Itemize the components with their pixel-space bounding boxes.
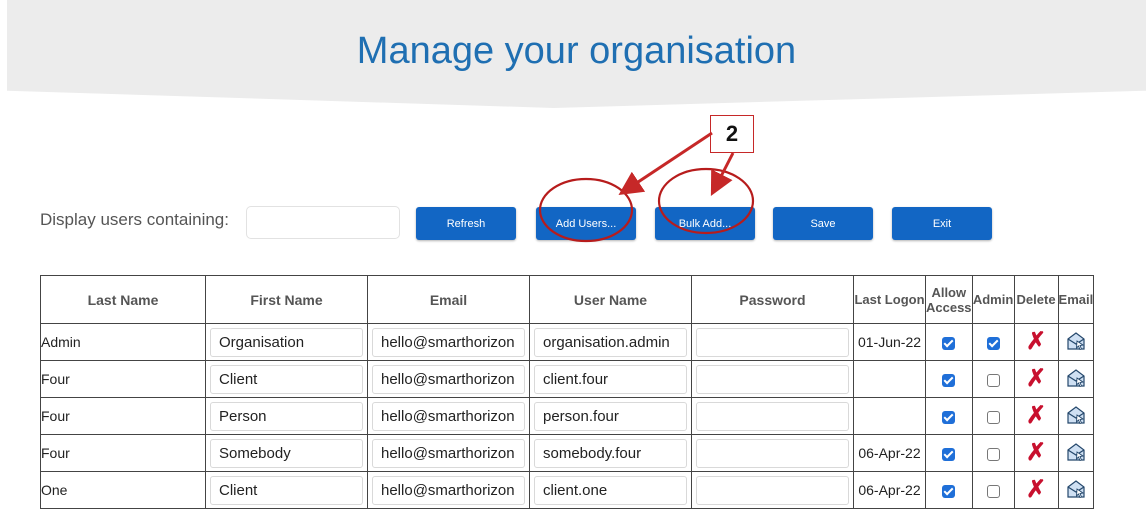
table-row: Four Somebody hello@smarthorizon somebod… [40,434,1095,472]
header-last-logon[interactable]: Last Logon [853,275,926,324]
header-first-name[interactable]: First Name [205,275,368,324]
page-header-banner: Manage your organisation [7,0,1146,108]
table-row: Admin Organisation hello@smarthorizon or… [40,323,1095,361]
admin-checkbox[interactable] [986,410,1000,424]
first-name-field[interactable]: Client [210,364,363,394]
last-logon-value: 01-Jun-22 [853,323,926,361]
table-header-row: Last Name First Name Email User Name Pas… [40,275,1095,324]
bulk-add-button[interactable]: Bulk Add... [655,207,755,240]
password-field[interactable] [696,475,849,505]
annotation-callout: 2 [710,115,754,153]
email-field[interactable]: hello@smarthorizon [372,364,525,394]
send-email-icon[interactable] [1066,405,1086,425]
header-email[interactable]: Email [367,275,530,324]
users-table: Last Name First Name Email User Name Pas… [40,275,1095,509]
send-email-icon[interactable] [1066,442,1086,462]
header-admin: Admin [971,275,1015,324]
allow-access-checkbox[interactable] [942,447,956,461]
delete-x-icon[interactable]: ✗ [1026,439,1046,466]
header-delete: Delete [1013,275,1059,324]
password-field[interactable] [696,401,849,431]
filter-label: Display users containing: [40,210,229,229]
email-field[interactable]: hello@smarthorizon [372,401,525,431]
exit-button[interactable]: Exit [892,207,992,240]
cell-last-name[interactable]: Four [40,360,206,398]
user-name-field[interactable]: organisation.admin [534,327,687,357]
cell-last-name[interactable]: Four [40,434,206,472]
refresh-button[interactable]: Refresh [416,207,516,240]
send-email-icon[interactable] [1066,479,1086,499]
header-allow-access-line2: Access [926,299,972,315]
last-logon-value: 06-Apr-22 [853,471,926,509]
allow-access-checkbox[interactable] [942,484,956,498]
first-name-field[interactable]: Person [210,401,363,431]
cell-last-name[interactable]: One [40,471,206,509]
header-allow-access-line1: Allow [931,284,967,300]
filter-input[interactable] [246,206,400,239]
email-field[interactable]: hello@smarthorizon [372,438,525,468]
send-email-icon[interactable] [1066,331,1086,351]
allow-access-checkbox[interactable] [942,373,956,387]
allow-access-checkbox[interactable] [942,336,956,350]
email-field[interactable]: hello@smarthorizon [372,475,525,505]
add-users-button[interactable]: Add Users... [536,207,636,240]
header-password: Password [691,275,854,324]
header-allow-access: Allow Access [925,275,973,324]
email-field[interactable]: hello@smarthorizon [372,327,525,357]
header-email-action: Email [1057,275,1095,324]
last-logon-value [853,397,926,435]
user-name-field[interactable]: person.four [534,401,687,431]
arrow-to-add-users [618,131,713,195]
password-field[interactable] [696,327,849,357]
table-row: Four Client hello@smarthorizon client.fo… [40,360,1095,398]
save-button[interactable]: Save [773,207,873,240]
admin-checkbox[interactable] [986,484,1000,498]
password-field[interactable] [696,364,849,394]
delete-x-icon[interactable]: ✗ [1026,328,1046,355]
cell-last-name[interactable]: Admin [40,323,206,361]
first-name-field[interactable]: Organisation [210,327,363,357]
table-row: One Client hello@smarthorizon client.one… [40,471,1095,509]
cell-last-name[interactable]: Four [40,397,206,435]
delete-x-icon[interactable]: ✗ [1026,476,1046,503]
table-row: Four Person hello@smarthorizon person.fo… [40,397,1095,435]
user-name-field[interactable]: client.one [534,475,687,505]
user-name-field[interactable]: client.four [534,364,687,394]
first-name-field[interactable]: Client [210,475,363,505]
page-title: Manage your organisation [356,30,797,72]
arrow-to-bulk-add [710,152,735,197]
first-name-field[interactable]: Somebody [210,438,363,468]
user-name-field[interactable]: somebody.four [534,438,687,468]
last-logon-value: 06-Apr-22 [853,434,926,472]
admin-checkbox[interactable] [986,336,1000,350]
delete-x-icon[interactable]: ✗ [1026,365,1046,392]
header-user-name[interactable]: User Name [529,275,692,324]
header-last-name[interactable]: Last Name [40,275,206,324]
send-email-icon[interactable] [1066,368,1086,388]
password-field[interactable] [696,438,849,468]
admin-checkbox[interactable] [986,447,1000,461]
last-logon-value [853,360,926,398]
admin-checkbox[interactable] [986,373,1000,387]
allow-access-checkbox[interactable] [942,410,956,424]
delete-x-icon[interactable]: ✗ [1026,402,1046,429]
